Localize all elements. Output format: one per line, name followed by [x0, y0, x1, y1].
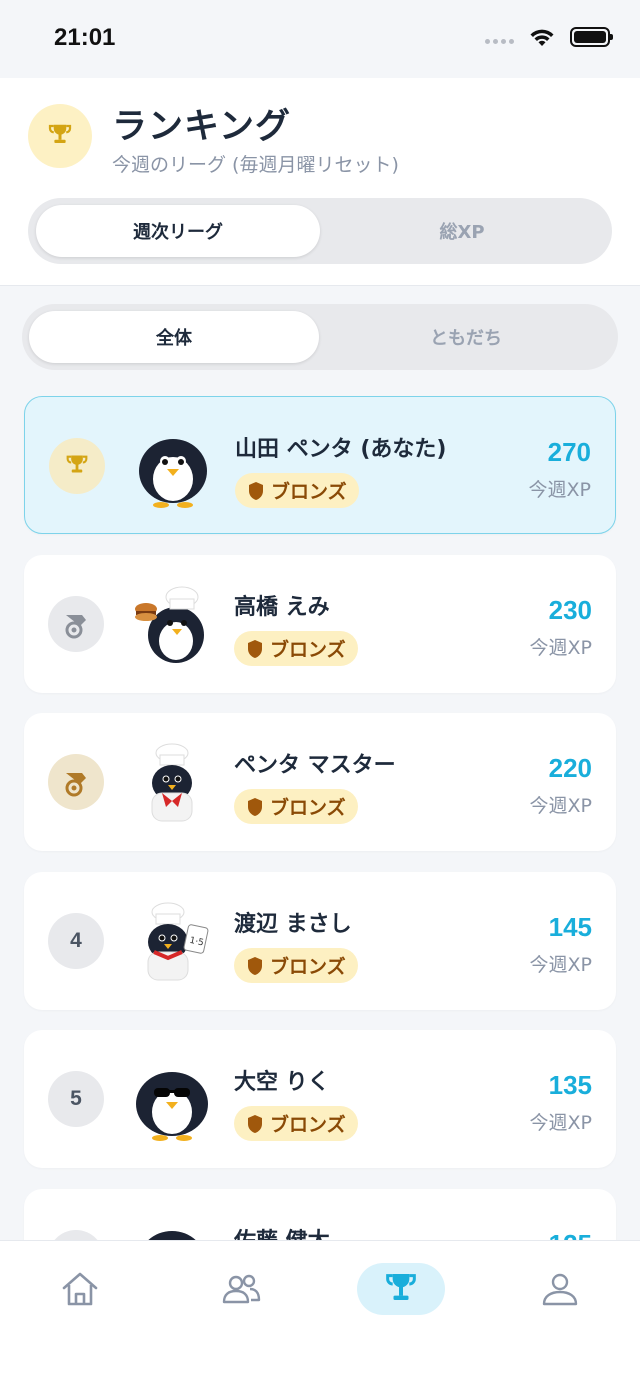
user-name: 山田 ペンタ (あなた): [235, 437, 447, 462]
xp-value: 230: [548, 595, 592, 625]
tab-all[interactable]: 全体: [29, 311, 319, 363]
xp-value: 270: [547, 437, 591, 467]
league-badge: ブロンズ: [234, 948, 358, 983]
bottom-nav: [0, 1240, 640, 1385]
xp-value: 135: [548, 1070, 592, 1100]
user-name: 大空 りく: [234, 1070, 330, 1095]
shield-icon: [248, 797, 262, 816]
tab-total-xp[interactable]: 総XP: [320, 205, 604, 257]
ranking-row[interactable]: 6 佐藤 健太 125: [24, 1189, 616, 1240]
shield-icon: [249, 481, 263, 500]
ranking-list[interactable]: 山田 ペンタ (あなた) ブロンズ 270 今週XP 高橋 えみ ブロンズ 23…: [0, 394, 640, 1240]
page-title: ランキング: [112, 107, 291, 147]
status-time: 21:01: [54, 24, 116, 51]
ranking-row[interactable]: ペンタ マスター ブロンズ 220 今週XP: [24, 713, 616, 851]
league-badge: ブロンズ: [234, 1106, 358, 1141]
silver-medal-icon: [48, 596, 104, 652]
xp-label: 今週XP: [529, 954, 592, 976]
penguin-chef-avatar: 1·5: [147, 902, 209, 981]
trophy-icon: [28, 104, 92, 168]
friends-icon: [222, 1274, 261, 1304]
battery-icon: [570, 27, 613, 47]
shield-icon: [248, 1114, 262, 1133]
signal-icon: [485, 38, 514, 44]
ranking-row[interactable]: 5 大空 りく ブロンズ 135 今週XP: [24, 1030, 616, 1168]
user-name: 佐藤 健太: [234, 1223, 330, 1240]
tab-friends[interactable]: ともだち: [321, 311, 611, 363]
league-badge: ブロンズ: [235, 473, 359, 508]
rank-number: 4: [48, 913, 104, 969]
league-label: ブロンズ: [270, 797, 346, 819]
nav-friends[interactable]: [197, 1263, 285, 1315]
user-name: ペンタ マスター: [234, 753, 396, 778]
league-label: ブロンズ: [270, 1114, 346, 1136]
status-icons: [485, 26, 613, 48]
xp-label: 今週XP: [529, 795, 592, 817]
penguin-chef-avatar: [135, 586, 204, 663]
nav-ranking[interactable]: [357, 1263, 445, 1315]
ranking-row[interactable]: 4 1·5 渡辺 まさし ブロンズ 145 今週XP: [24, 872, 616, 1010]
xp-label: 今週XP: [528, 479, 591, 501]
league-label: ブロンズ: [270, 956, 346, 978]
scope-filter-toggle: 全体 ともだち: [22, 304, 618, 370]
user-name: 渡辺 まさし: [234, 912, 352, 937]
league-label: ブロンズ: [270, 639, 346, 661]
xp-value: 220: [548, 753, 592, 783]
nav-home[interactable]: [36, 1263, 124, 1315]
penguin-avatar: [139, 439, 207, 508]
profile-icon: [542, 1273, 578, 1306]
tab-weekly-league[interactable]: 週次リーグ: [36, 205, 320, 257]
trophy-icon: [386, 1274, 416, 1300]
xp-value: 125: [549, 1229, 592, 1240]
ranking-mode-toggle: 週次リーグ 総XP: [28, 198, 612, 264]
league-badge: ブロンズ: [234, 631, 358, 666]
penguin-sunglasses-avatar: [136, 1072, 208, 1141]
trophy-icon: [49, 438, 105, 494]
nav-profile[interactable]: [516, 1263, 604, 1315]
shield-icon: [248, 639, 262, 658]
bronze-medal-icon: [48, 754, 104, 810]
xp-label: 今週XP: [529, 637, 592, 659]
rank-number: 5: [48, 1071, 104, 1127]
page-subtitle: 今週のリーグ (毎週月曜リセット): [112, 154, 399, 176]
xp-value: 145: [548, 912, 592, 942]
penguin-chef-avatar: [151, 743, 193, 822]
rank-number: 6: [48, 1230, 104, 1240]
shield-icon: [248, 956, 262, 975]
home-icon: [62, 1272, 98, 1306]
xp-label: 今週XP: [529, 1112, 592, 1134]
status-bar: 21:01: [0, 0, 640, 78]
page-header: ランキング 今週のリーグ (毎週月曜リセット) 週次リーグ 総XP: [0, 78, 640, 286]
league-badge: ブロンズ: [234, 789, 358, 824]
wifi-icon: [530, 29, 554, 46]
league-label: ブロンズ: [271, 481, 347, 503]
ranking-row[interactable]: 高橋 えみ ブロンズ 230 今週XP: [24, 555, 616, 693]
user-name: 高橋 えみ: [234, 595, 330, 620]
penguin-avatar: [148, 1231, 196, 1240]
ranking-row-me[interactable]: 山田 ペンタ (あなた) ブロンズ 270 今週XP: [24, 396, 616, 534]
